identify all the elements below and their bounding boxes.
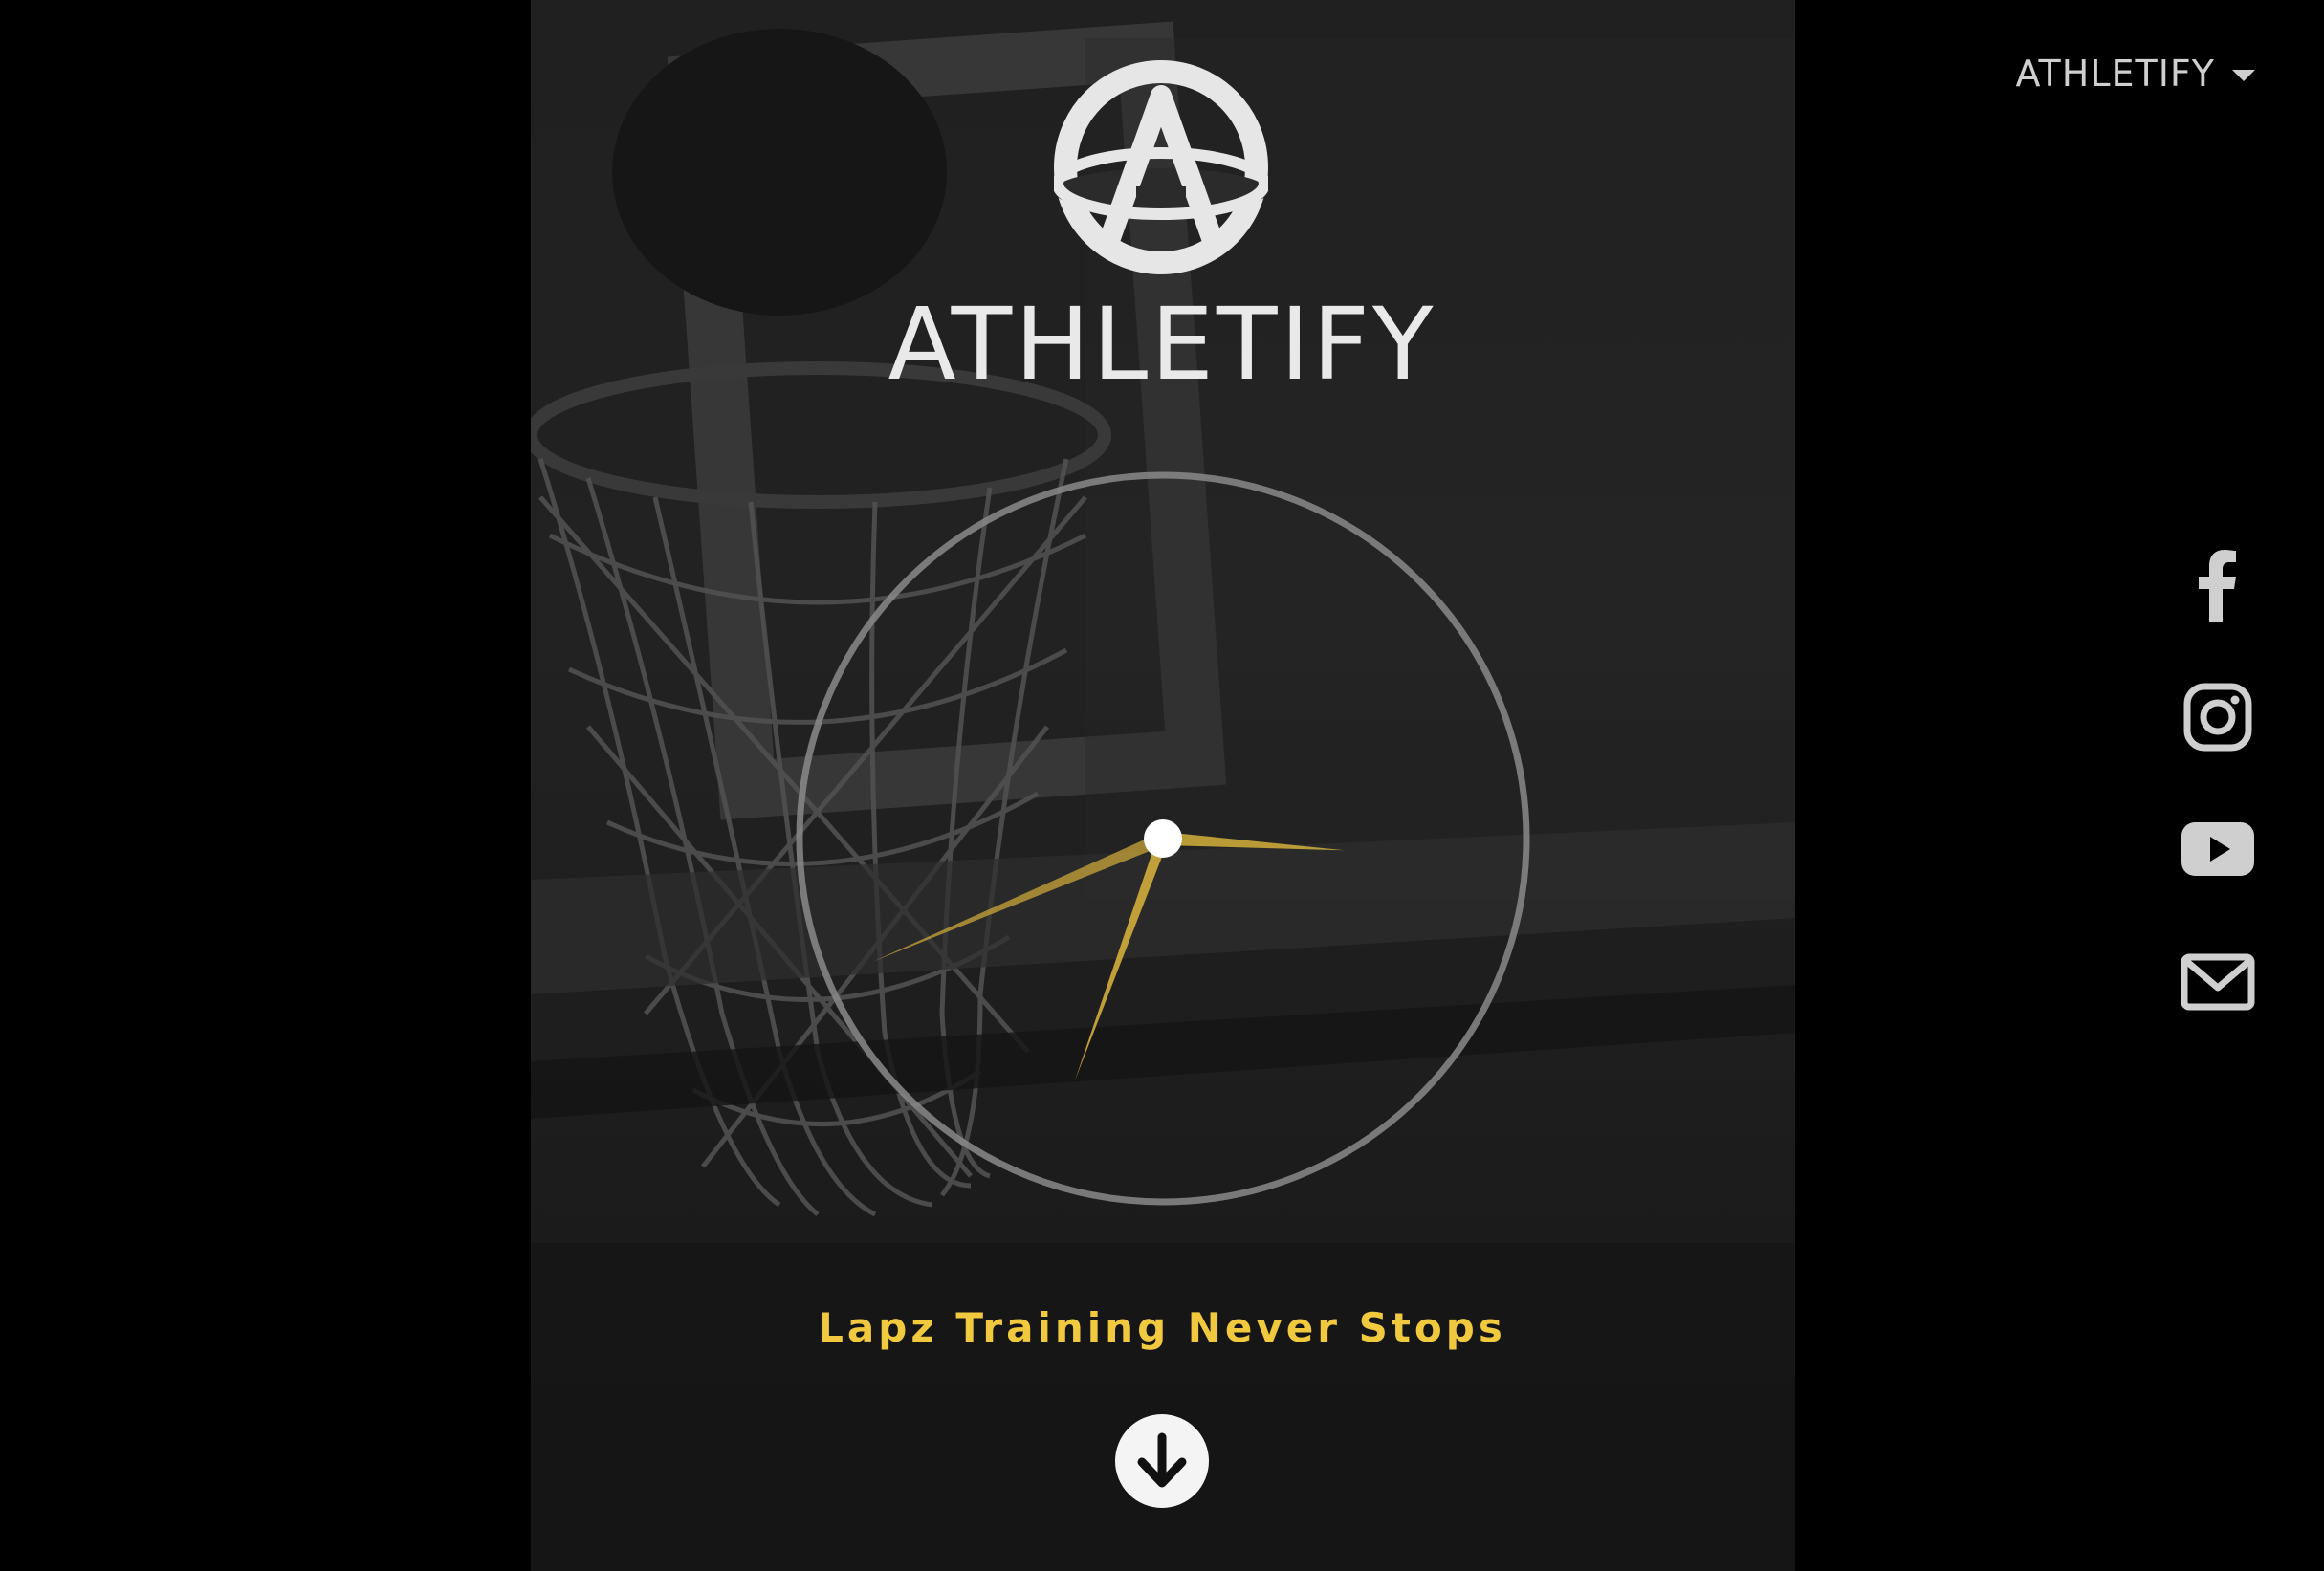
menu-label: ATHLETIFY <box>2015 53 2215 95</box>
scroll-down-button[interactable] <box>1115 1414 1209 1508</box>
athletify-logo-icon <box>1054 60 1268 274</box>
email-link[interactable] <box>2175 938 2261 1024</box>
instagram-link[interactable] <box>2175 674 2261 760</box>
analog-clock <box>796 471 1530 1206</box>
instagram-icon <box>2183 683 2252 752</box>
facebook-link[interactable] <box>2175 543 2261 629</box>
facebook-icon <box>2199 550 2236 622</box>
clock-hour-hand <box>872 832 1166 962</box>
youtube-icon <box>2181 822 2254 876</box>
menu-dropdown-toggle[interactable]: ATHLETIFY <box>2015 53 2255 95</box>
clock-center-pin <box>1144 819 1182 858</box>
brand-title: ATHLETIFY <box>888 286 1436 403</box>
hero-tagline: Lapz Training Never Stops <box>818 1304 1506 1351</box>
page: ATHLETIFY Lapz Training Never Stops ATHL… <box>0 0 2324 1571</box>
clock-minute-hand <box>1162 832 1345 851</box>
arrow-down-icon <box>1137 1432 1187 1488</box>
email-icon <box>2181 953 2255 1011</box>
caret-down-icon <box>2232 70 2255 81</box>
youtube-link[interactable] <box>2175 806 2261 892</box>
